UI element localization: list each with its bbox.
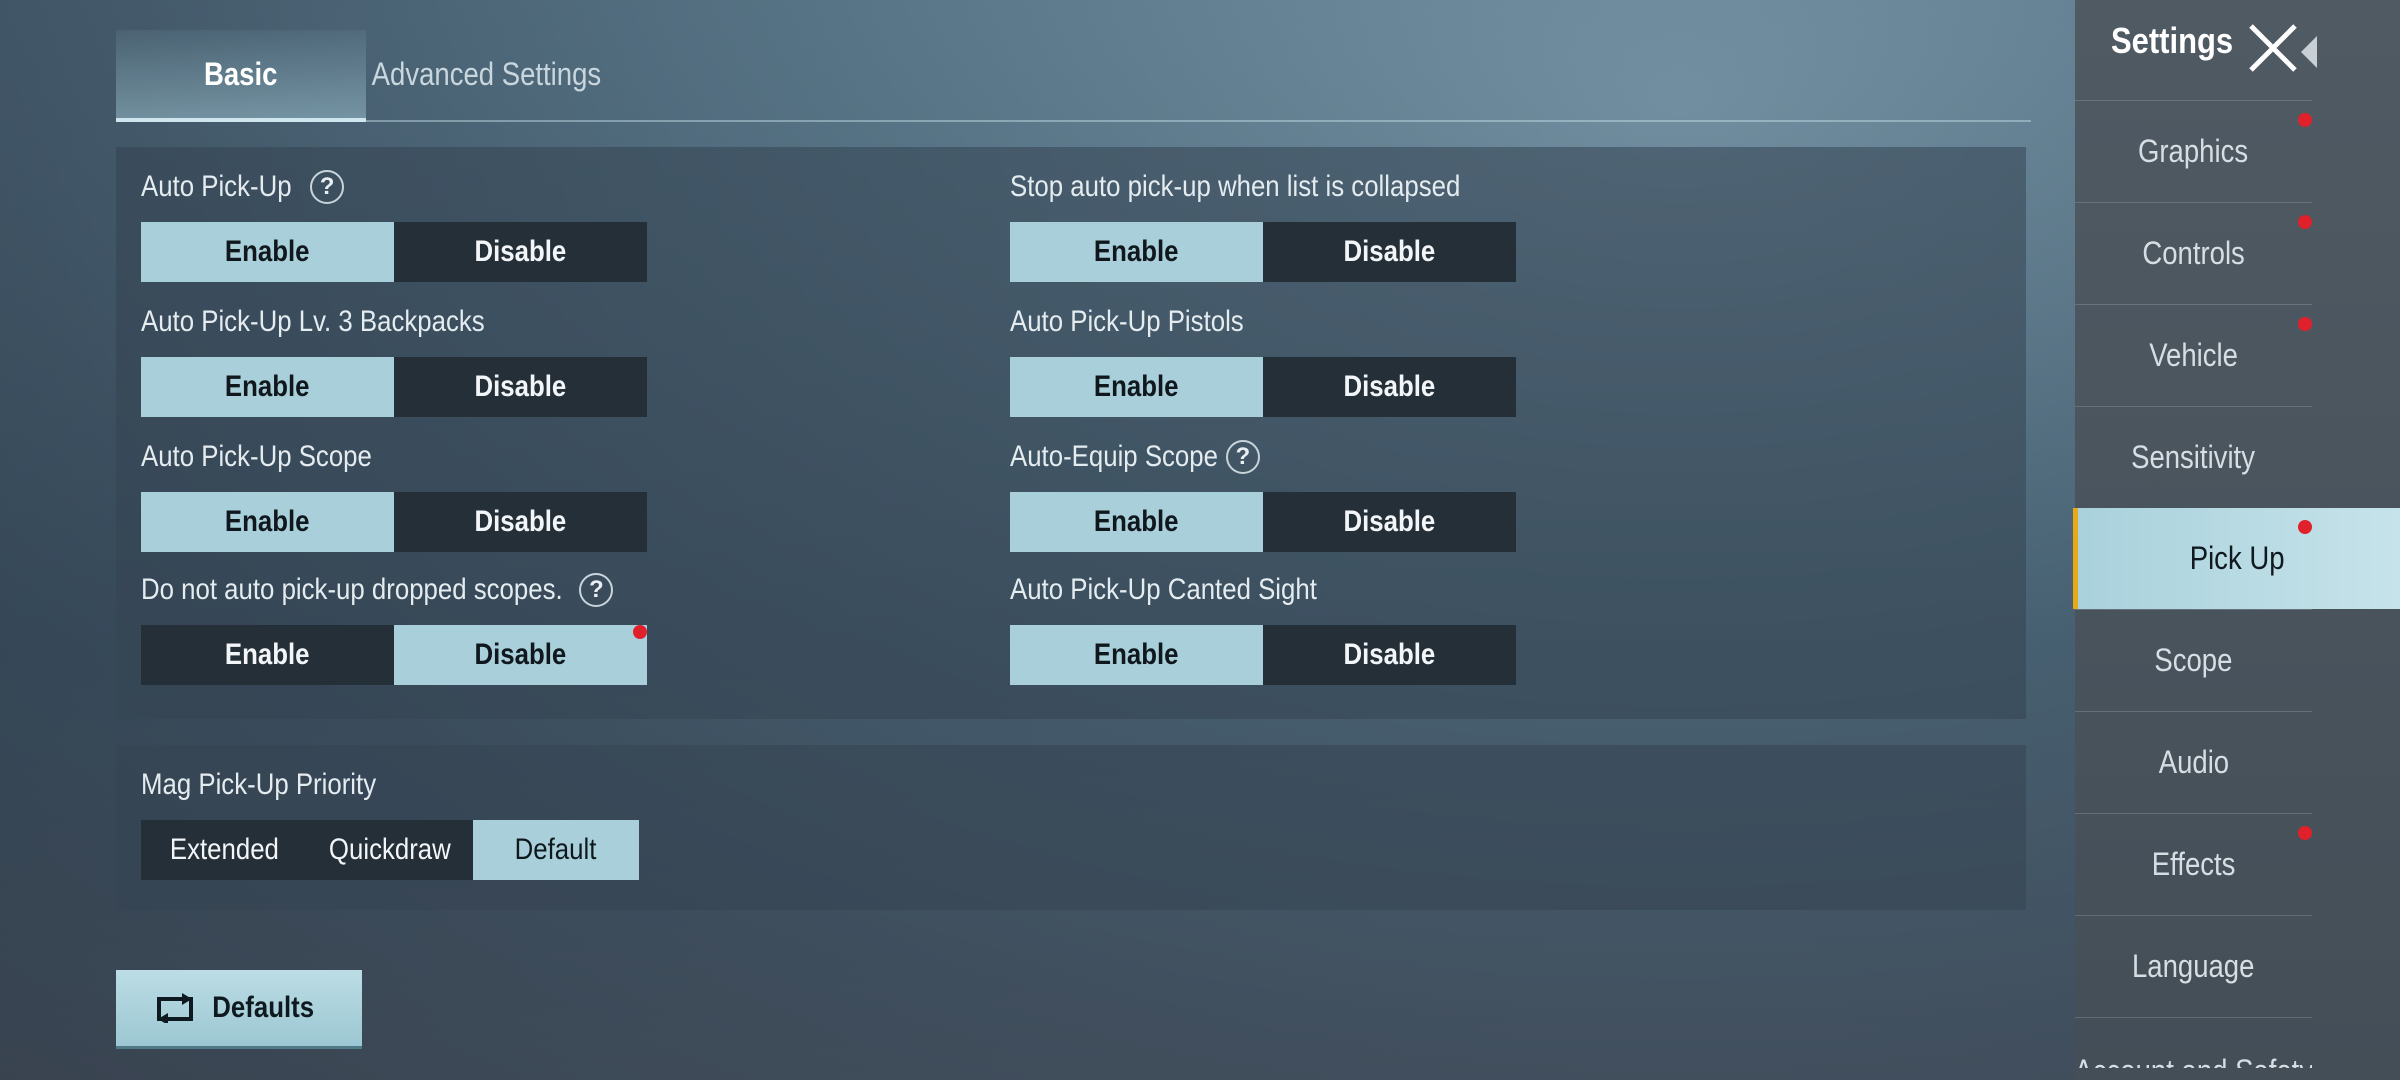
sidebar-item-vehicle[interactable]: Vehicle — [2075, 304, 2312, 406]
sidebar-item-account-safety[interactable]: Account and Safety — [2075, 1017, 2312, 1068]
sidebar-title: Settings — [2111, 20, 2234, 61]
tab-advanced-settings[interactable]: Advanced Settings — [366, 30, 606, 118]
setting-label: Auto Pick-Up Pistols — [1010, 305, 1244, 338]
disable-option[interactable]: Disable — [1263, 492, 1516, 552]
enable-option[interactable]: Enable — [1010, 222, 1263, 282]
sidebar-item-sensitivity[interactable]: Sensitivity — [2075, 406, 2312, 508]
toggle-group: Enable Disable — [1010, 357, 1516, 417]
setting-label: Do not auto pick-up dropped scopes. — [141, 573, 563, 606]
badge-dot — [2298, 113, 2312, 127]
disable-option[interactable]: Disable — [1263, 357, 1516, 417]
mag-option-extended[interactable]: Extended — [141, 820, 307, 880]
setting-label: Mag Pick-Up Priority — [141, 768, 377, 801]
toggle-group: Enable Disable — [141, 492, 647, 552]
setting-label: Auto Pick-Up Scope — [141, 440, 372, 473]
tab-basic-label: Basic — [204, 55, 278, 92]
sidebar-item-language[interactable]: Language — [2075, 915, 2312, 1017]
tab-basic[interactable]: Basic — [116, 30, 366, 122]
disable-option[interactable]: Disable — [394, 625, 647, 685]
badge-dot — [2298, 215, 2312, 229]
disable-option[interactable]: Disable — [1263, 222, 1516, 282]
sidebar-item-audio[interactable]: Audio — [2075, 711, 2312, 813]
pickup-settings-panel: Auto Pick-Up? Enable Disable Stop auto p… — [116, 147, 2026, 719]
badge-dot — [2298, 317, 2312, 331]
sidebar-menu: Graphics Controls Vehicle Sensitivity Pi… — [2073, 100, 2400, 1068]
help-icon[interactable]: ? — [310, 170, 345, 204]
sidebar-item-graphics[interactable]: Graphics — [2075, 100, 2312, 202]
new-badge-dot — [633, 625, 647, 639]
toggle-group: Enable Disable — [141, 625, 647, 685]
sidebar-item-scope[interactable]: Scope — [2075, 609, 2312, 711]
close-icon[interactable] — [2247, 22, 2299, 74]
help-icon[interactable]: ? — [1225, 440, 1260, 474]
enable-option[interactable]: Enable — [141, 357, 394, 417]
setting-label: Auto Pick-Up Lv. 3 Backpacks — [141, 305, 485, 338]
help-icon[interactable]: ? — [579, 573, 614, 607]
reset-icon — [156, 993, 193, 1023]
defaults-label: Defaults — [212, 991, 314, 1024]
sidebar-item-pick-up[interactable]: Pick Up — [2073, 508, 2400, 609]
setting-label: Auto Pick-Up — [141, 170, 292, 203]
mag-option-default[interactable]: Default — [473, 820, 639, 880]
sidebar-item-effects[interactable]: Effects — [2075, 813, 2312, 915]
enable-option[interactable]: Enable — [141, 222, 394, 282]
defaults-button[interactable]: Defaults — [116, 970, 362, 1049]
sidebar-item-controls[interactable]: Controls — [2075, 202, 2312, 304]
settings-sidebar: Settings Graphics Controls Vehicle Sensi… — [2073, 0, 2400, 1080]
toggle-group: Enable Disable — [141, 357, 647, 417]
mag-option-quickdraw[interactable]: Quickdraw — [307, 820, 473, 880]
enable-option[interactable]: Enable — [141, 492, 394, 552]
enable-option[interactable]: Enable — [1010, 492, 1263, 552]
disable-option[interactable]: Disable — [1263, 625, 1516, 685]
disable-option[interactable]: Disable — [394, 222, 647, 282]
toggle-group: Enable Disable — [1010, 492, 1516, 552]
mag-priority-group: Extended Quickdraw Default — [141, 820, 639, 880]
enable-option[interactable]: Enable — [141, 625, 394, 685]
collapse-arrow-icon[interactable] — [2301, 36, 2317, 68]
toggle-group: Enable Disable — [1010, 625, 1516, 685]
mag-pickup-panel: Mag Pick-Up Priority Extended Quickdraw … — [116, 745, 2026, 910]
setting-label: Auto Pick-Up Canted Sight — [1010, 573, 1317, 606]
settings-tabs: Basic Advanced Settings — [116, 30, 2031, 122]
tab-advanced-label: Advanced Settings — [371, 55, 601, 92]
toggle-group: Enable Disable — [141, 222, 647, 282]
badge-dot — [2298, 826, 2312, 840]
badge-dot — [2298, 520, 2312, 534]
toggle-group: Enable Disable — [1010, 222, 1516, 282]
disable-option[interactable]: Disable — [394, 492, 647, 552]
setting-label: Auto-Equip Scope — [1010, 440, 1218, 473]
disable-option[interactable]: Disable — [394, 357, 647, 417]
enable-option[interactable]: Enable — [1010, 357, 1263, 417]
enable-option[interactable]: Enable — [1010, 625, 1263, 685]
setting-label: Stop auto pick-up when list is collapsed — [1010, 170, 1461, 203]
